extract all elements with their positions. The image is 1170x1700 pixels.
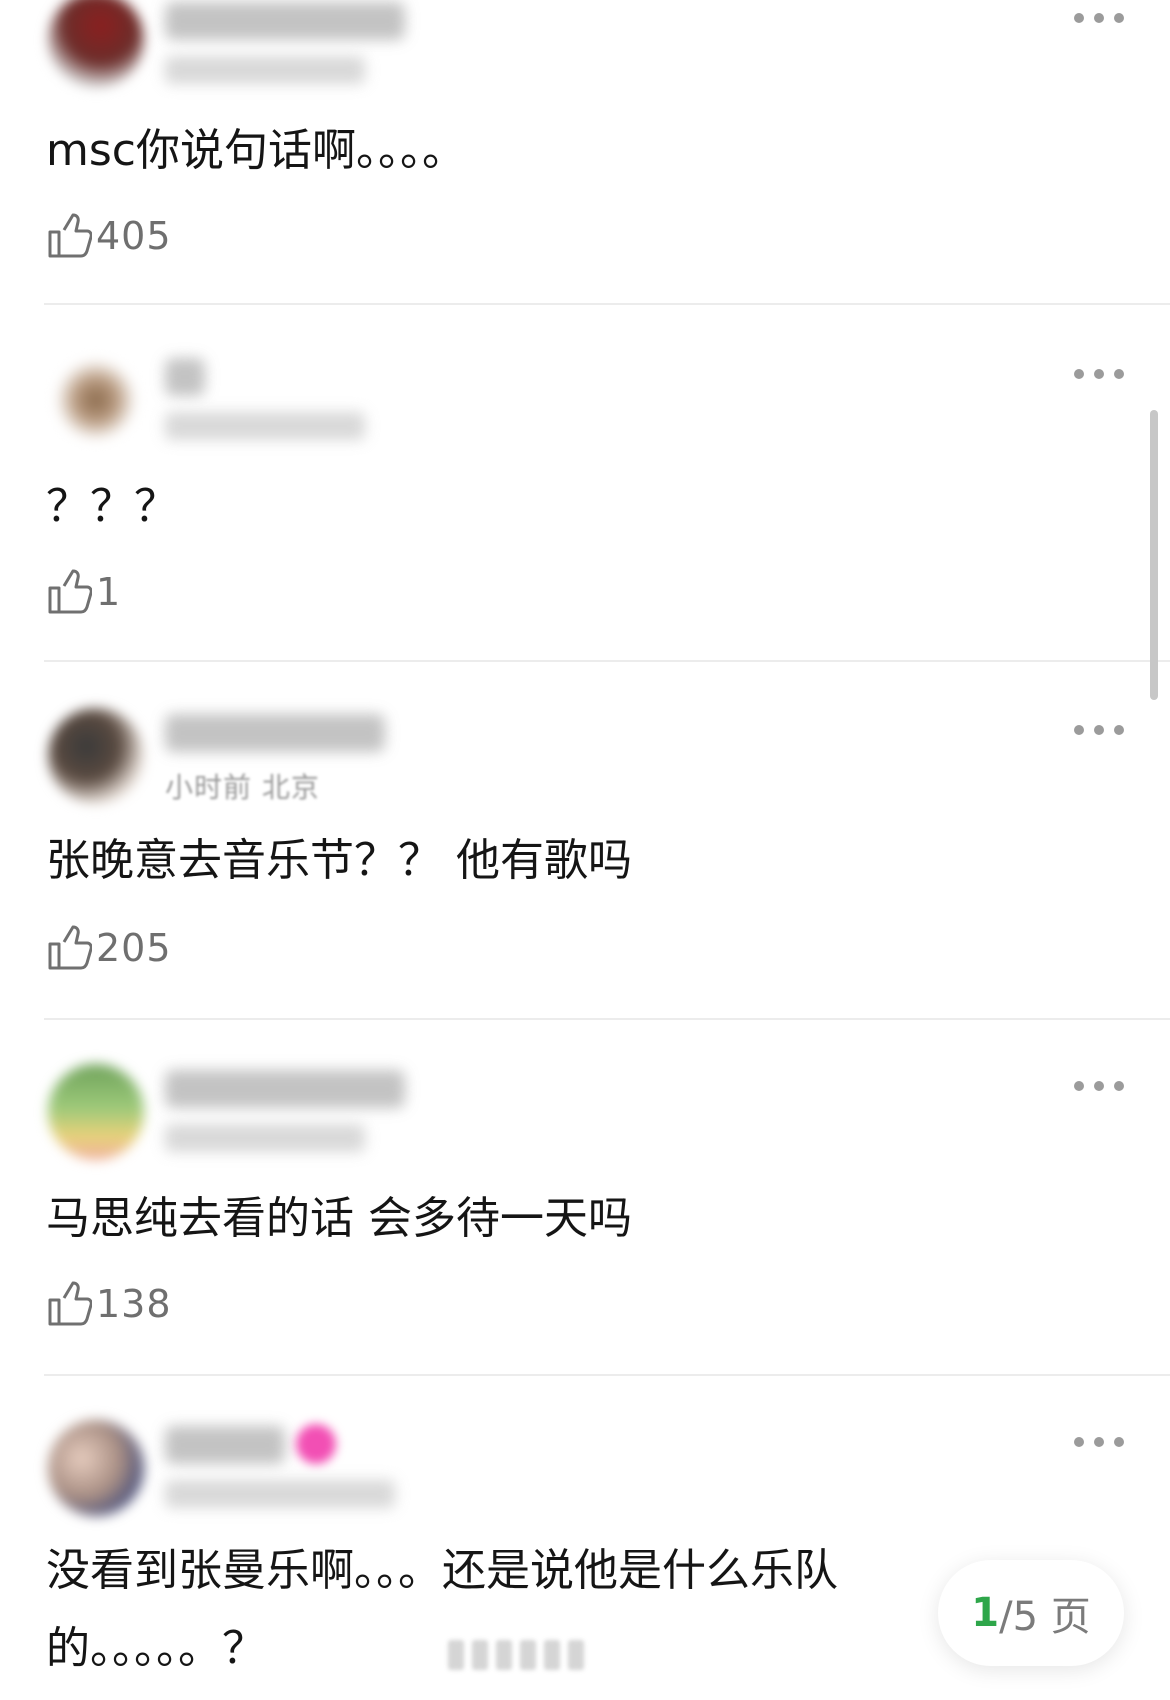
avatar[interactable]	[48, 1064, 144, 1160]
avatar[interactable]	[48, 708, 144, 804]
username-blurred[interactable]	[165, 714, 385, 752]
like-count: 1	[96, 570, 122, 614]
comment-text: msc你说句话啊。。。。	[46, 125, 466, 176]
more-dots-icon	[1074, 1437, 1084, 1447]
divider	[44, 1018, 1170, 1020]
comment-meta-blurred	[165, 1124, 365, 1152]
comment-meta-blurred	[165, 1480, 395, 1508]
watermark	[448, 1640, 718, 1680]
more-options-button[interactable]	[1074, 8, 1124, 28]
comment-text: 张晚意去音乐节？？ 他有歌吗	[46, 835, 632, 886]
more-options-button[interactable]	[1074, 720, 1124, 740]
pink-heart-badge	[296, 1424, 336, 1464]
total-pages: /5 页	[999, 1594, 1091, 1640]
avatar[interactable]	[48, 352, 144, 448]
more-dots-icon	[1074, 1081, 1084, 1091]
like-count: 405	[96, 214, 172, 258]
like-button[interactable]: 1	[46, 566, 121, 618]
page-indicator[interactable]: 1/5 页	[938, 1560, 1124, 1666]
username-blurred[interactable]	[165, 358, 205, 396]
more-options-button[interactable]	[1074, 1432, 1124, 1452]
like-button[interactable]: 405	[46, 210, 172, 262]
more-dots-icon	[1074, 725, 1084, 735]
divider	[44, 303, 1170, 305]
avatar[interactable]	[48, 0, 144, 88]
more-dots-icon	[1074, 13, 1084, 23]
username-blurred[interactable]	[165, 2, 405, 40]
thumbs-up-icon	[48, 925, 92, 970]
thumbs-up-icon	[48, 569, 92, 614]
like-button[interactable]: 205	[46, 922, 172, 974]
like-count: 205	[96, 926, 172, 970]
more-options-button[interactable]	[1074, 364, 1124, 384]
username-blurred[interactable]	[165, 1070, 405, 1108]
divider	[44, 1374, 1170, 1376]
comment-meta: 小时前 北京	[165, 771, 320, 804]
thumbs-up-icon	[48, 213, 92, 258]
scrollbar[interactable]	[1150, 410, 1158, 700]
current-page: 1	[971, 1590, 1000, 1636]
like-button[interactable]: 138	[46, 1278, 172, 1330]
comment-text: ？？？	[46, 481, 178, 532]
comment-meta-blurred	[165, 412, 365, 440]
username-blurred[interactable]	[165, 1426, 285, 1464]
thumbs-up-icon	[48, 1281, 92, 1326]
avatar[interactable]	[48, 1420, 144, 1516]
divider	[44, 660, 1170, 662]
like-count: 138	[96, 1282, 172, 1326]
comment-text: 马思纯去看的话 会多待一天吗	[46, 1193, 632, 1244]
more-dots-icon	[1074, 369, 1084, 379]
comment-meta-blurred	[165, 56, 365, 84]
more-options-button[interactable]	[1074, 1076, 1124, 1096]
